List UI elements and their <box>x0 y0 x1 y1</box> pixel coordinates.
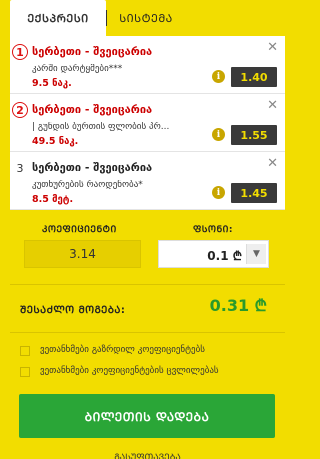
info-icon[interactable]: i <box>212 70 225 83</box>
bet-selection: 8.5 მეტ. <box>32 194 74 205</box>
tab-system[interactable]: ᲡᲘᲡᲢᲔᲛᲐ <box>106 0 186 36</box>
bet-item: 3 სერბეთი - შვეიცარია კუთხურების რაოდენო… <box>10 152 285 210</box>
coefficient-label: ᲙᲝᲔᲤᲘᲪᲘᲔᲜᲢᲘ <box>42 225 117 235</box>
bet-market: კუთხურების რაოდენობა* <box>32 180 143 190</box>
close-icon[interactable]: ✕ <box>267 98 278 113</box>
bet-slip-tabs: ᲔᲥᲡᲞᲠᲔᲡᲘ ᲡᲘᲡᲢᲔᲛᲐ <box>0 0 295 36</box>
tab-express[interactable]: ᲔᲥᲡᲞᲠᲔᲡᲘ <box>10 0 106 36</box>
bet-number-badge: 3 <box>16 161 24 175</box>
bet-summary: ᲙᲝᲔᲤᲘᲪᲘᲔᲜᲢᲘ ᲤᲡᲝᲜᲘ: 3.14 0.1 ₾ ▼ ᲨᲔᲡᲐᲫᲚᲝ … <box>10 210 285 459</box>
divider <box>10 284 285 285</box>
bet-number-badge: 1 <box>12 44 28 60</box>
accept-changes-label: ვეთანხმები კოეფიციენტების ცვლილებას <box>40 366 219 376</box>
bet-list: 1 სერბეთი - შვეიცარია კარში დარტყმები***… <box>10 36 285 210</box>
bet-market: კარში დარტყმები*** <box>32 64 123 74</box>
stake-label: ᲤᲡᲝᲜᲘ: <box>193 225 233 235</box>
bet-match-title[interactable]: სერბეთი - შვეიცარია <box>32 103 152 116</box>
bet-match-title[interactable]: სერბეთი - შვეიცარია <box>32 45 152 58</box>
info-icon[interactable]: i <box>212 128 225 141</box>
possible-win-value: 0.31 ₾ <box>209 296 267 315</box>
bet-odd: 1.40 <box>231 67 277 87</box>
stake-input[interactable]: 0.1 ₾ ▼ <box>158 240 269 268</box>
bet-item: 2 სერბეთი - შვეიცარია | გუნდის ბურთის ფლ… <box>10 94 285 152</box>
bet-item: 1 სერბეთი - შვეიცარია კარში დარტყმები***… <box>10 36 285 94</box>
bet-selection: 49.5 ნაკ. <box>32 136 79 147</box>
bet-match-title[interactable]: სერბეთი - შვეიცარია <box>32 161 152 174</box>
accept-changes-checkbox[interactable] <box>20 367 30 377</box>
bet-number-badge: 2 <box>12 102 28 118</box>
total-coefficient: 3.14 <box>24 240 141 268</box>
bet-selection: 9.5 ნაკ. <box>32 78 72 89</box>
divider <box>10 332 285 333</box>
stake-value[interactable]: 0.1 ₾ <box>207 247 242 264</box>
accept-higher-label: ვეთანხმები გაზრდილ კოეფიციენტებს <box>40 345 205 355</box>
close-icon[interactable]: ✕ <box>267 40 278 55</box>
possible-win-label: ᲨᲔᲡᲐᲫᲚᲝ ᲛᲝᲒᲔᲑᲐ: <box>20 305 126 316</box>
chevron-down-icon[interactable]: ▼ <box>246 244 266 264</box>
place-bet-button[interactable]: ᲑᲘᲚᲔᲗᲘᲡ ᲓᲐᲓᲔᲑᲐ <box>19 394 275 438</box>
close-icon[interactable]: ✕ <box>267 156 278 171</box>
info-icon[interactable]: i <box>212 186 225 199</box>
bet-odd: 1.45 <box>231 183 277 203</box>
accept-higher-checkbox[interactable] <box>20 346 30 356</box>
bet-odd: 1.55 <box>231 125 277 145</box>
bet-market: | გუნდის ბურთის ფლობის პრ... <box>32 122 170 132</box>
bottom-link[interactable]: ᲒᲐᲡᲣᲤᲗᲐᲕᲔᲑᲐ <box>10 450 285 459</box>
